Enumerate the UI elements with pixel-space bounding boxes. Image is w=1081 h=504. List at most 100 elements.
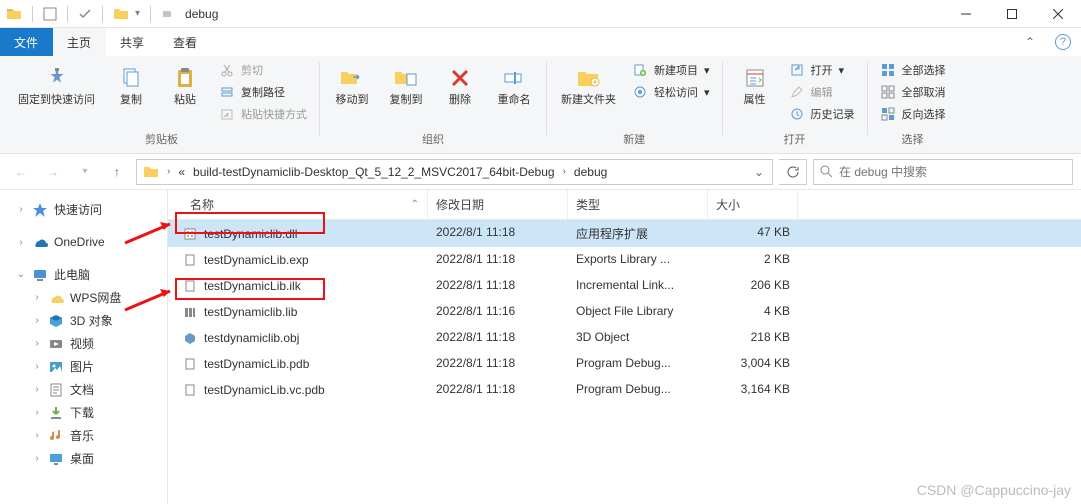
invert-selection-button[interactable]: 反向选择	[876, 104, 950, 124]
file-name: testdynamiclib.obj	[204, 331, 299, 345]
file-name: testDynamicLib.pdb	[204, 357, 309, 371]
nav-onedrive[interactable]: ›OneDrive	[0, 231, 167, 253]
properties-button[interactable]: 属性	[731, 60, 779, 111]
new-item-button[interactable]: 新建项目 ▾	[628, 60, 714, 80]
chevron-down-icon[interactable]: ⌄	[748, 165, 770, 179]
up-button[interactable]: ↑	[104, 159, 130, 185]
back-button[interactable]: ←	[8, 159, 34, 185]
file-icon	[182, 278, 198, 294]
nav-music[interactable]: ›音乐	[0, 424, 167, 447]
chevron-down-icon[interactable]: ▾	[135, 8, 140, 19]
edit-button[interactable]: 编辑	[785, 82, 859, 102]
col-name[interactable]: 名称⌃	[168, 190, 428, 219]
pin-to-quick-button[interactable]: 固定到快速访问	[12, 60, 101, 111]
file-type: Program Debug...	[568, 379, 708, 401]
crumb-0[interactable]: build-testDynamiclib-Desktop_Qt_5_12_2_M…	[189, 160, 559, 184]
nav-downloads[interactable]: ›下载	[0, 401, 167, 424]
folder-icon[interactable]	[6, 6, 22, 22]
file-name: testDynamicLib.exp	[204, 253, 309, 267]
select-none-button[interactable]: 全部取消	[876, 82, 950, 102]
nav-this-pc[interactable]: ⌄此电脑	[0, 263, 167, 286]
breadcrumb[interactable]: › « build-testDynamiclib-Desktop_Qt_5_12…	[136, 159, 773, 185]
copy-to-button[interactable]: 复制到	[382, 60, 430, 111]
ribbon-tabs: 文件 主页 共享 查看 ⌃ ?	[0, 28, 1081, 56]
tab-home[interactable]: 主页	[53, 28, 106, 56]
chevron-right-icon[interactable]: ›	[163, 166, 174, 177]
folder-icon[interactable]	[139, 160, 163, 184]
crumb-prefix[interactable]: «	[174, 160, 189, 184]
group-label: 剪贴板	[12, 129, 311, 151]
col-size[interactable]: 大小	[708, 190, 798, 219]
cut-button[interactable]: 剪切	[215, 60, 311, 80]
nav-quick-access[interactable]: ›快速访问	[0, 198, 167, 221]
file-list: 名称⌃ 修改日期 类型 大小 testDynamiclib.dll2022/8/…	[168, 190, 1081, 504]
chevron-right-icon[interactable]: ›	[559, 166, 570, 177]
file-size: 206 KB	[708, 275, 798, 297]
file-size: 218 KB	[708, 327, 798, 349]
ribbon-group-new: 新建文件夹 新建项目 ▾ 轻松访问 ▾ 新建	[549, 58, 720, 153]
qat-item-icon[interactable]	[43, 7, 57, 21]
col-type[interactable]: 类型	[568, 190, 708, 219]
rename-button[interactable]: 重命名	[490, 60, 538, 111]
history-button[interactable]: 历史记录	[785, 104, 859, 124]
copy-path-button[interactable]: 复制路径	[215, 82, 311, 102]
nav-3d[interactable]: ›3D 对象	[0, 309, 167, 332]
delete-button[interactable]: 删除	[436, 60, 484, 111]
overflow-icon[interactable]	[161, 8, 173, 20]
paste-shortcut-button[interactable]: 粘贴快捷方式	[215, 104, 311, 124]
search-box[interactable]	[813, 159, 1073, 185]
nav-documents[interactable]: ›文档	[0, 378, 167, 401]
file-name: testDynamicLib.vc.pdb	[204, 383, 325, 397]
file-row[interactable]: testDynamicLib.pdb2022/8/1 11:18Program …	[168, 351, 1081, 377]
file-row[interactable]: testDynamicLib.exp2022/8/1 11:18Exports …	[168, 247, 1081, 273]
ribbon-help: ⌃ ?	[991, 28, 1081, 56]
nav-wps[interactable]: ›WPS网盘	[0, 286, 167, 309]
search-input[interactable]	[839, 165, 1066, 179]
column-header: 名称⌃ 修改日期 类型 大小	[168, 190, 1081, 220]
nav-pane: ›快速访问 ›OneDrive ⌄此电脑 ›WPS网盘 ›3D 对象 ›视频 ›…	[0, 190, 168, 504]
forward-button[interactable]: →	[40, 159, 66, 185]
move-to-button[interactable]: 移动到	[328, 60, 376, 111]
copy-button[interactable]: 复制	[107, 60, 155, 111]
address-bar: ← → ▾ ↑ › « build-testDynamiclib-Desktop…	[0, 154, 1081, 190]
tab-view[interactable]: 查看	[159, 28, 212, 56]
file-name: testDynamiclib.dll	[204, 227, 297, 241]
close-button[interactable]	[1035, 0, 1081, 28]
file-size: 47 KB	[708, 222, 798, 245]
tab-share[interactable]: 共享	[106, 28, 159, 56]
minimize-button[interactable]	[943, 0, 989, 28]
file-type: Exports Library ...	[568, 249, 708, 271]
nav-videos[interactable]: ›视频	[0, 332, 167, 355]
folder-icon[interactable]	[113, 6, 129, 22]
nav-desktop[interactable]: ›桌面	[0, 447, 167, 470]
check-icon[interactable]	[78, 7, 92, 21]
ribbon-group-clipboard: 固定到快速访问 复制 粘贴 剪切 复制路径 粘贴快捷方式 剪贴板	[6, 58, 317, 153]
refresh-button[interactable]	[779, 159, 807, 185]
paste-button[interactable]: 粘贴	[161, 60, 209, 111]
file-row[interactable]: testDynamicLib.vc.pdb2022/8/1 11:18Progr…	[168, 377, 1081, 403]
file-row[interactable]: testDynamiclib.dll2022/8/1 11:18应用程序扩展47…	[168, 220, 1081, 247]
select-all-button[interactable]: 全部选择	[876, 60, 950, 80]
file-row[interactable]: testdynamiclib.obj2022/8/1 11:183D Objec…	[168, 325, 1081, 351]
file-icon	[182, 252, 198, 268]
tab-file[interactable]: 文件	[0, 28, 53, 56]
recent-button[interactable]: ▾	[72, 159, 98, 185]
window-title: debug	[185, 7, 218, 21]
file-icon	[182, 356, 198, 372]
file-icon	[182, 304, 198, 320]
file-icon	[182, 382, 198, 398]
file-row[interactable]: testDynamiclib.lib2022/8/1 11:16Object F…	[168, 299, 1081, 325]
file-type: Incremental Link...	[568, 275, 708, 297]
col-date[interactable]: 修改日期	[428, 190, 568, 219]
nav-pictures[interactable]: ›图片	[0, 355, 167, 378]
easy-access-button[interactable]: 轻松访问 ▾	[628, 82, 714, 102]
help-icon[interactable]: ?	[1055, 34, 1071, 50]
maximize-button[interactable]	[989, 0, 1035, 28]
file-date: 2022/8/1 11:18	[428, 353, 568, 375]
chevron-up-icon[interactable]: ⌃	[1025, 35, 1035, 49]
open-button[interactable]: 打开 ▾	[785, 60, 859, 80]
file-row[interactable]: testDynamicLib.ilk2022/8/1 11:18Incremen…	[168, 273, 1081, 299]
titlebar: ▾ debug	[0, 0, 1081, 28]
crumb-1[interactable]: debug	[570, 160, 611, 184]
new-folder-button[interactable]: 新建文件夹	[555, 60, 622, 111]
